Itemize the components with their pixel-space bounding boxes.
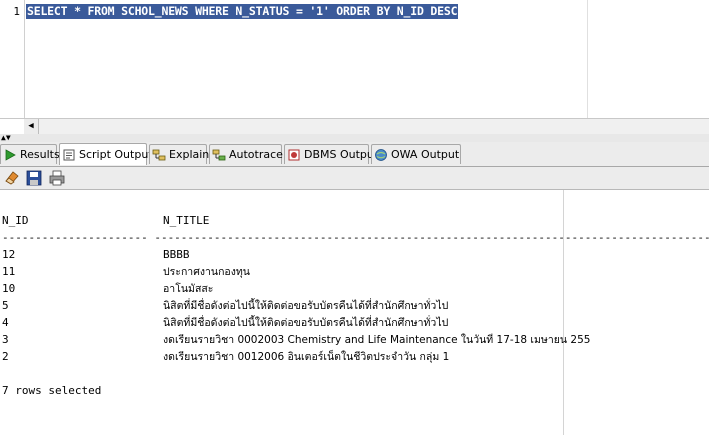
row-id: 2 <box>2 350 9 363</box>
sql-query-text[interactable]: SELECT * FROM SCHOL_NEWS WHERE N_STATUS … <box>26 4 459 19</box>
row-id: 12 <box>2 248 16 261</box>
column-header-n-id: N_ID <box>2 214 29 227</box>
row-title: ประกาศงานกองทุน <box>163 266 250 278</box>
line-number-gutter: 1 <box>0 0 25 118</box>
tab-owa-output[interactable]: OWA Output <box>371 144 461 164</box>
eraser-icon[interactable] <box>3 169 21 187</box>
output-toolbar <box>0 167 709 190</box>
tab-label: DBMS Output <box>304 147 379 161</box>
owa-output-icon <box>375 148 387 161</box>
tab-label: Autotrace <box>229 147 283 161</box>
row-title: BBBB <box>163 248 190 261</box>
output-right-margin <box>563 190 564 435</box>
header-separator: ---------------------- -----------------… <box>2 231 709 244</box>
row-title: นิสิตที่มีชื่อดังต่อไปนี้ให้ติดต่อขอรับบ… <box>163 317 449 329</box>
tab-label: Script Output <box>79 147 153 161</box>
save-icon[interactable] <box>25 169 43 187</box>
horizontal-scrollbar[interactable]: ◀ <box>24 118 709 135</box>
row-id: 5 <box>2 299 9 312</box>
editor-right-margin <box>587 0 588 118</box>
tab-dbms-output[interactable]: DBMS Output <box>284 144 378 164</box>
collapse-arrows-icon[interactable]: ▲▼ <box>1 133 11 142</box>
dbms-output-icon <box>288 149 300 160</box>
tab-results[interactable]: Results <box>0 144 60 164</box>
tab-label: Results <box>20 147 60 161</box>
row-title: งดเรียนรายวิชา 0002003 Chemistry and Lif… <box>163 334 591 346</box>
row-title: นิสิตที่มีชื่อดังต่อไปนี้ให้ติดต่อขอรับบ… <box>163 300 449 312</box>
rows-selected-status: 7 rows selected <box>2 384 102 397</box>
script-output-pane[interactable]: N_ID N_TITLE ---------------------- ----… <box>0 190 709 435</box>
tab-autotrace[interactable]: Autotrace <box>209 144 283 164</box>
tab-label: Explain <box>169 147 210 161</box>
tab-script-output[interactable]: Script Output <box>59 143 153 165</box>
row-id: 11 <box>2 265 16 278</box>
explain-icon <box>152 149 166 160</box>
results-icon <box>5 148 16 161</box>
tab-label: OWA Output <box>391 147 460 161</box>
tab-explain[interactable]: Explain <box>149 144 210 164</box>
row-title: อาโนมัสสะ <box>163 283 214 295</box>
output-tab-bar: Results Script Output Explain Autotrace … <box>0 142 709 167</box>
line-number: 1 <box>13 5 20 18</box>
row-id: 10 <box>2 282 16 295</box>
row-title: งดเรียนรายวิชา 0012006 อินเตอร์เน็ตในชีว… <box>163 351 450 363</box>
scroll-left-icon[interactable]: ◀ <box>24 119 39 134</box>
column-header-n-title: N_TITLE <box>163 214 210 227</box>
row-id: 4 <box>2 316 9 329</box>
sql-editor[interactable]: 1 SELECT * FROM SCHOL_NEWS WHERE N_STATU… <box>0 0 709 118</box>
pane-splitter[interactable]: ▲▼ <box>0 133 709 142</box>
script-output-icon <box>63 149 75 160</box>
row-id: 3 <box>2 333 9 346</box>
print-icon[interactable] <box>48 169 66 187</box>
autotrace-icon <box>212 149 226 160</box>
